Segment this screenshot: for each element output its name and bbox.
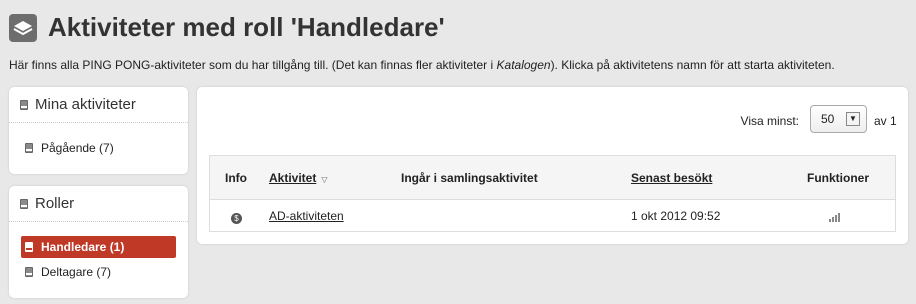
table-row: $ AD-aktiviteten 1 okt 2012 09:52 (210, 200, 895, 231)
book-icon (20, 198, 28, 209)
bar-chart-icon[interactable] (829, 211, 840, 225)
col-collection: Ingår i samlingsaktivitet (401, 171, 538, 185)
col-info: Info (225, 171, 247, 185)
sidebar-item-label: Handledare (1) (41, 240, 125, 254)
roles-header: Roller (9, 186, 188, 222)
sidebar-item-deltagare[interactable]: Deltagare (7) (21, 261, 176, 283)
book-icon (25, 267, 33, 277)
col-last-visited[interactable]: Senast besökt (631, 171, 712, 185)
show-min-label: Visa minst: (740, 114, 799, 128)
activity-link[interactable]: AD-aktiviteten (269, 209, 344, 223)
show-min-select[interactable]: 50 ▼ (810, 105, 867, 133)
sidebar-item-label: Deltagare (7) (41, 265, 112, 279)
roles-panel: Roller Handledare (1) Deltagare (7) (9, 186, 188, 298)
my-activities-header: Mina aktiviteter (9, 87, 188, 123)
page-title: Aktiviteter med roll 'Handledare' (48, 12, 445, 42)
activities-table: Info Aktivitet ▽ Ingår i samlingsaktivite… (209, 155, 896, 232)
sort-down-icon: ▽ (321, 175, 328, 184)
chevron-down-icon: ▼ (846, 112, 860, 126)
info-icon[interactable]: $ (231, 210, 242, 224)
katalogen-link[interactable]: Katalogen (497, 58, 551, 72)
sidebar-item-ongoing[interactable]: Pågående (7) (21, 137, 176, 159)
sidebar-item-label: Pågående (7) (41, 141, 114, 155)
book-icon (25, 242, 33, 252)
col-activity[interactable]: Aktivitet ▽ (269, 171, 328, 185)
book-icon (20, 99, 28, 110)
main-panel: Visa minst: 50 ▼ av 1 Info Aktivitet ▽ In… (197, 87, 908, 244)
sidebar-item-handledare[interactable]: Handledare (1) (21, 236, 176, 258)
table-header: Info Aktivitet ▽ Ingår i samlingsaktivite… (210, 156, 895, 200)
last-visited-cell: 1 okt 2012 09:52 (631, 209, 721, 223)
my-activities-panel: Mina aktiviteter Pågående (7) (9, 87, 188, 174)
col-functions: Funktioner (807, 171, 869, 185)
page-count-label: av 1 (874, 114, 897, 128)
book-icon (25, 143, 33, 153)
intro-text: Här finns alla PING PONG-aktiviteter som… (9, 58, 835, 72)
activities-icon (9, 14, 37, 42)
